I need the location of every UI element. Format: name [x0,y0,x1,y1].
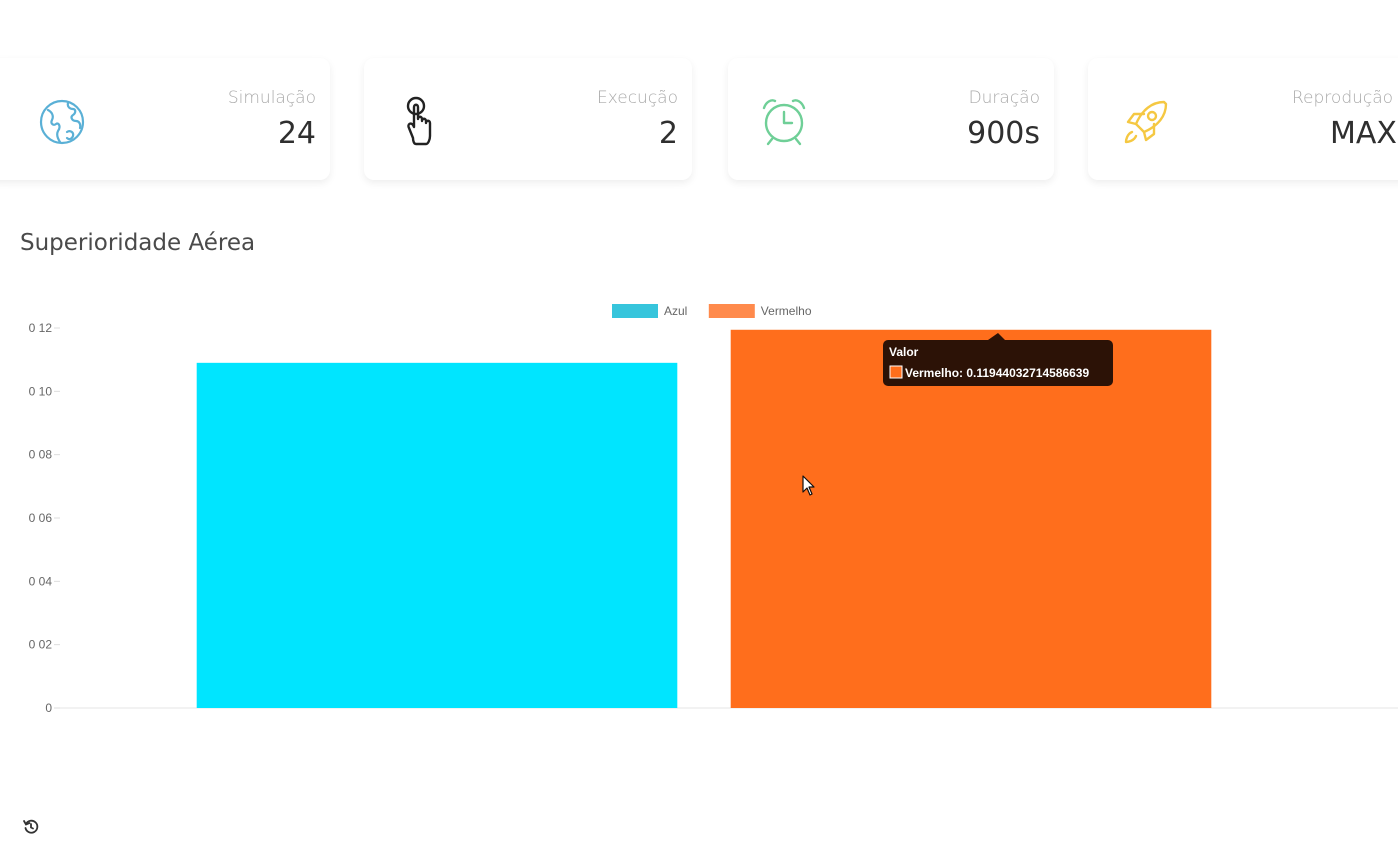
legend-label[interactable]: Vermelho [761,304,812,318]
legend-swatch [612,304,658,318]
rocket-icon [1118,94,1174,150]
section-title: Superioridade Aérea [20,230,256,256]
tooltip-title: Valor [889,345,919,359]
mouse-cursor-icon [802,475,816,497]
tooltip-swatch [889,365,903,379]
refresh-icon[interactable] [22,818,40,836]
stat-card-execucao: Execução 2 [364,58,692,180]
y-tick-label: 0 [45,701,52,715]
tooltip-value: Vermelho: 0.11944032714586639 [905,366,1089,380]
legend-label[interactable]: Azul [664,304,687,318]
stat-value: 2 [658,116,678,151]
bar-chart: 0 0 02 0 04 0 06 0 08 0 10 0 12 Azul Vermelho Val… [29,304,1398,715]
legend-swatch [708,304,755,318]
stat-label: Execução [596,88,678,108]
stat-card-reproducao: Reprodução MAX [1088,58,1398,180]
y-tick-label: 0 10 [29,384,53,398]
bar-azul[interactable] [196,362,678,708]
stat-label: Simulação [227,88,316,108]
stat-value: MAX [1330,116,1397,151]
globe-icon [34,94,90,150]
y-tick-label: 0 06 [29,511,53,525]
stat-label: Duração [968,88,1040,108]
y-tick-label: 0 02 [29,638,53,652]
y-tick-label: 0 12 [29,321,53,335]
stat-value: 24 [277,116,316,151]
y-tick-label: 0 08 [29,448,53,462]
stat-card-simulacao: Simulação 24 [0,58,330,180]
alarm-clock-icon [758,94,814,150]
pointer-hand-icon [394,94,450,150]
y-tick-label: 0 04 [29,574,53,588]
bar-vermelho[interactable] [730,329,1212,708]
stat-value: 900s [967,116,1040,151]
stat-card-duracao: Duração 900s [728,58,1054,180]
stat-label: Reprodução [1292,88,1394,108]
